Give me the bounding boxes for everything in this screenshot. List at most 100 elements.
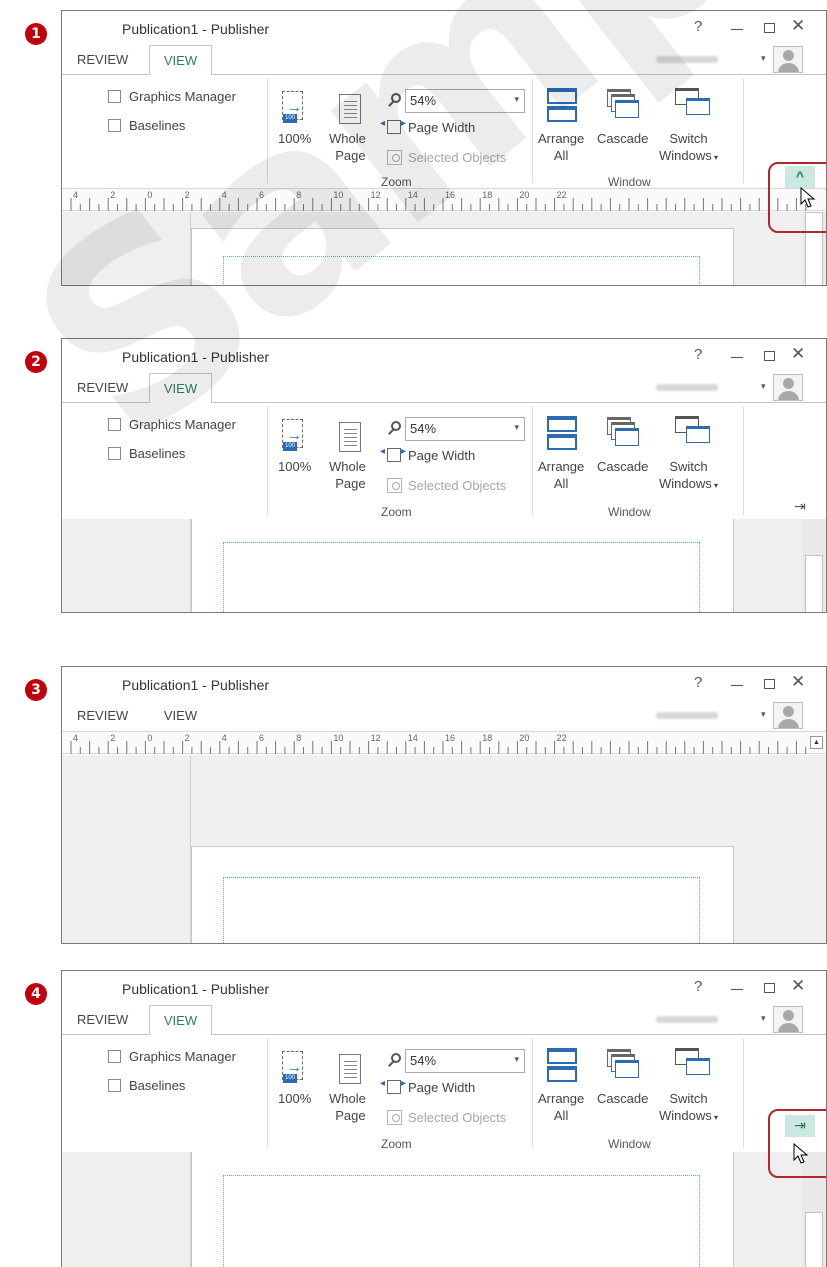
cascade-button[interactable]: Cascade bbox=[597, 458, 648, 475]
page-width-icon[interactable] bbox=[380, 446, 406, 462]
switch-windows-button[interactable]: Switch Windows ▾ bbox=[659, 130, 718, 166]
zoom-100-icon[interactable]: → 100 bbox=[282, 419, 306, 451]
scrollbar-thumb[interactable] bbox=[805, 555, 823, 612]
graphics-manager-checkbox[interactable]: Graphics Manager bbox=[108, 417, 236, 432]
arrange-all-button[interactable]: Arrange All bbox=[538, 458, 584, 492]
minimize-button[interactable] bbox=[731, 357, 743, 358]
page-canvas[interactable] bbox=[62, 212, 826, 285]
account-name-blurred[interactable] bbox=[656, 1016, 718, 1023]
zoom-100-button[interactable]: 100% bbox=[278, 458, 311, 475]
switch-windows-icon[interactable] bbox=[675, 88, 711, 120]
checkbox-icon[interactable] bbox=[108, 1079, 121, 1092]
page-canvas[interactable] bbox=[62, 1152, 826, 1267]
graphics-manager-checkbox[interactable]: Graphics Manager bbox=[108, 1049, 236, 1064]
scroll-up-icon[interactable]: ▲ bbox=[810, 736, 823, 749]
minimize-button[interactable] bbox=[731, 685, 743, 686]
close-button[interactable]: ✕ bbox=[791, 16, 805, 36]
maximize-button[interactable] bbox=[764, 23, 775, 33]
tab-review[interactable]: REVIEW bbox=[77, 380, 128, 395]
avatar[interactable] bbox=[773, 1006, 803, 1033]
checkbox-icon[interactable] bbox=[108, 90, 121, 103]
whole-page-button[interactable]: Whole Page bbox=[329, 130, 366, 164]
checkbox-icon[interactable] bbox=[108, 119, 121, 132]
whole-page-button[interactable]: Whole Page bbox=[329, 1090, 366, 1124]
close-button[interactable]: ✕ bbox=[791, 344, 805, 364]
help-button[interactable]: ? bbox=[694, 346, 702, 363]
maximize-button[interactable] bbox=[764, 983, 775, 993]
zoom-100-button[interactable]: 100% bbox=[278, 1090, 311, 1107]
cascade-button[interactable]: Cascade bbox=[597, 1090, 648, 1107]
close-button[interactable]: ✕ bbox=[791, 672, 805, 692]
account-caret-icon[interactable]: ▾ bbox=[761, 53, 766, 64]
arrange-all-icon[interactable] bbox=[547, 1048, 577, 1083]
minimize-button[interactable] bbox=[731, 989, 743, 990]
account-name-blurred[interactable] bbox=[656, 384, 718, 391]
account-caret-icon[interactable]: ▾ bbox=[761, 1013, 766, 1024]
switch-windows-button[interactable]: Switch Windows ▾ bbox=[659, 458, 718, 494]
minimize-button[interactable] bbox=[731, 29, 743, 30]
publication-page[interactable] bbox=[191, 519, 734, 612]
help-button[interactable]: ? bbox=[694, 978, 702, 995]
switch-windows-icon[interactable] bbox=[675, 416, 711, 448]
page-width-icon[interactable] bbox=[380, 1078, 406, 1094]
switch-windows-icon[interactable] bbox=[675, 1048, 711, 1080]
account-caret-icon[interactable]: ▾ bbox=[761, 709, 766, 720]
graphics-manager-checkbox[interactable]: Graphics Manager bbox=[108, 89, 236, 104]
checkbox-icon[interactable] bbox=[108, 418, 121, 431]
scrollbar-thumb[interactable] bbox=[805, 1212, 823, 1267]
page-width-button[interactable]: Page Width bbox=[408, 448, 475, 463]
tab-view[interactable]: VIEW bbox=[149, 701, 212, 731]
whole-page-icon[interactable] bbox=[339, 94, 361, 124]
whole-page-icon[interactable] bbox=[339, 1054, 361, 1084]
arrange-all-button[interactable]: Arrange All bbox=[538, 1090, 584, 1124]
vertical-scrollbar[interactable] bbox=[802, 519, 826, 612]
baselines-checkbox[interactable]: Baselines bbox=[108, 446, 185, 461]
chevron-down-icon[interactable]: ▾ bbox=[514, 1054, 519, 1065]
tab-view[interactable]: VIEW bbox=[149, 1005, 212, 1035]
publication-page[interactable] bbox=[191, 846, 734, 943]
page-width-icon[interactable] bbox=[380, 118, 406, 134]
maximize-button[interactable] bbox=[764, 351, 775, 361]
cascade-button[interactable]: Cascade bbox=[597, 130, 648, 147]
publication-page[interactable] bbox=[191, 228, 734, 285]
zoom-level-combo[interactable]: 54% ▾ bbox=[405, 1049, 525, 1073]
avatar[interactable] bbox=[773, 374, 803, 401]
page-width-button[interactable]: Page Width bbox=[408, 120, 475, 135]
zoom-value[interactable]: 54% bbox=[410, 421, 436, 436]
tab-review[interactable]: REVIEW bbox=[77, 52, 128, 67]
help-button[interactable]: ? bbox=[694, 674, 702, 691]
zoom-100-icon[interactable]: → 100 bbox=[282, 1051, 306, 1083]
zoom-level-combo[interactable]: 54% ▾ bbox=[405, 417, 525, 441]
page-width-button[interactable]: Page Width bbox=[408, 1080, 475, 1095]
maximize-button[interactable] bbox=[764, 679, 775, 689]
zoom-level-combo[interactable]: 54% ▾ bbox=[405, 89, 525, 113]
cascade-icon[interactable] bbox=[607, 1049, 639, 1081]
arrange-all-button[interactable]: Arrange All bbox=[538, 130, 584, 164]
tab-review[interactable]: REVIEW bbox=[77, 708, 128, 723]
zoom-value[interactable]: 54% bbox=[410, 1053, 436, 1068]
baselines-checkbox[interactable]: Baselines bbox=[108, 1078, 185, 1093]
avatar[interactable] bbox=[773, 46, 803, 73]
tab-review[interactable]: REVIEW bbox=[77, 1012, 128, 1027]
page-canvas[interactable] bbox=[62, 519, 826, 612]
arrange-all-icon[interactable] bbox=[547, 416, 577, 451]
checkbox-icon[interactable] bbox=[108, 1050, 121, 1063]
account-caret-icon[interactable]: ▾ bbox=[761, 381, 766, 392]
arrange-all-icon[interactable] bbox=[547, 88, 577, 123]
baselines-checkbox[interactable]: Baselines bbox=[108, 118, 185, 133]
whole-page-icon[interactable] bbox=[339, 422, 361, 452]
help-button[interactable]: ? bbox=[694, 18, 702, 35]
close-button[interactable]: ✕ bbox=[791, 976, 805, 996]
account-name-blurred[interactable] bbox=[656, 712, 718, 719]
cascade-icon[interactable] bbox=[607, 417, 639, 449]
zoom-value[interactable]: 54% bbox=[410, 93, 436, 108]
chevron-down-icon[interactable]: ▾ bbox=[514, 94, 519, 105]
avatar[interactable] bbox=[773, 702, 803, 729]
chevron-down-icon[interactable]: ▾ bbox=[514, 422, 519, 433]
zoom-100-icon[interactable]: → 100 bbox=[282, 91, 306, 123]
page-canvas[interactable] bbox=[62, 755, 826, 943]
switch-windows-button[interactable]: Switch Windows ▾ bbox=[659, 1090, 718, 1126]
cascade-icon[interactable] bbox=[607, 89, 639, 121]
checkbox-icon[interactable] bbox=[108, 447, 121, 460]
tab-view[interactable]: VIEW bbox=[149, 45, 212, 75]
